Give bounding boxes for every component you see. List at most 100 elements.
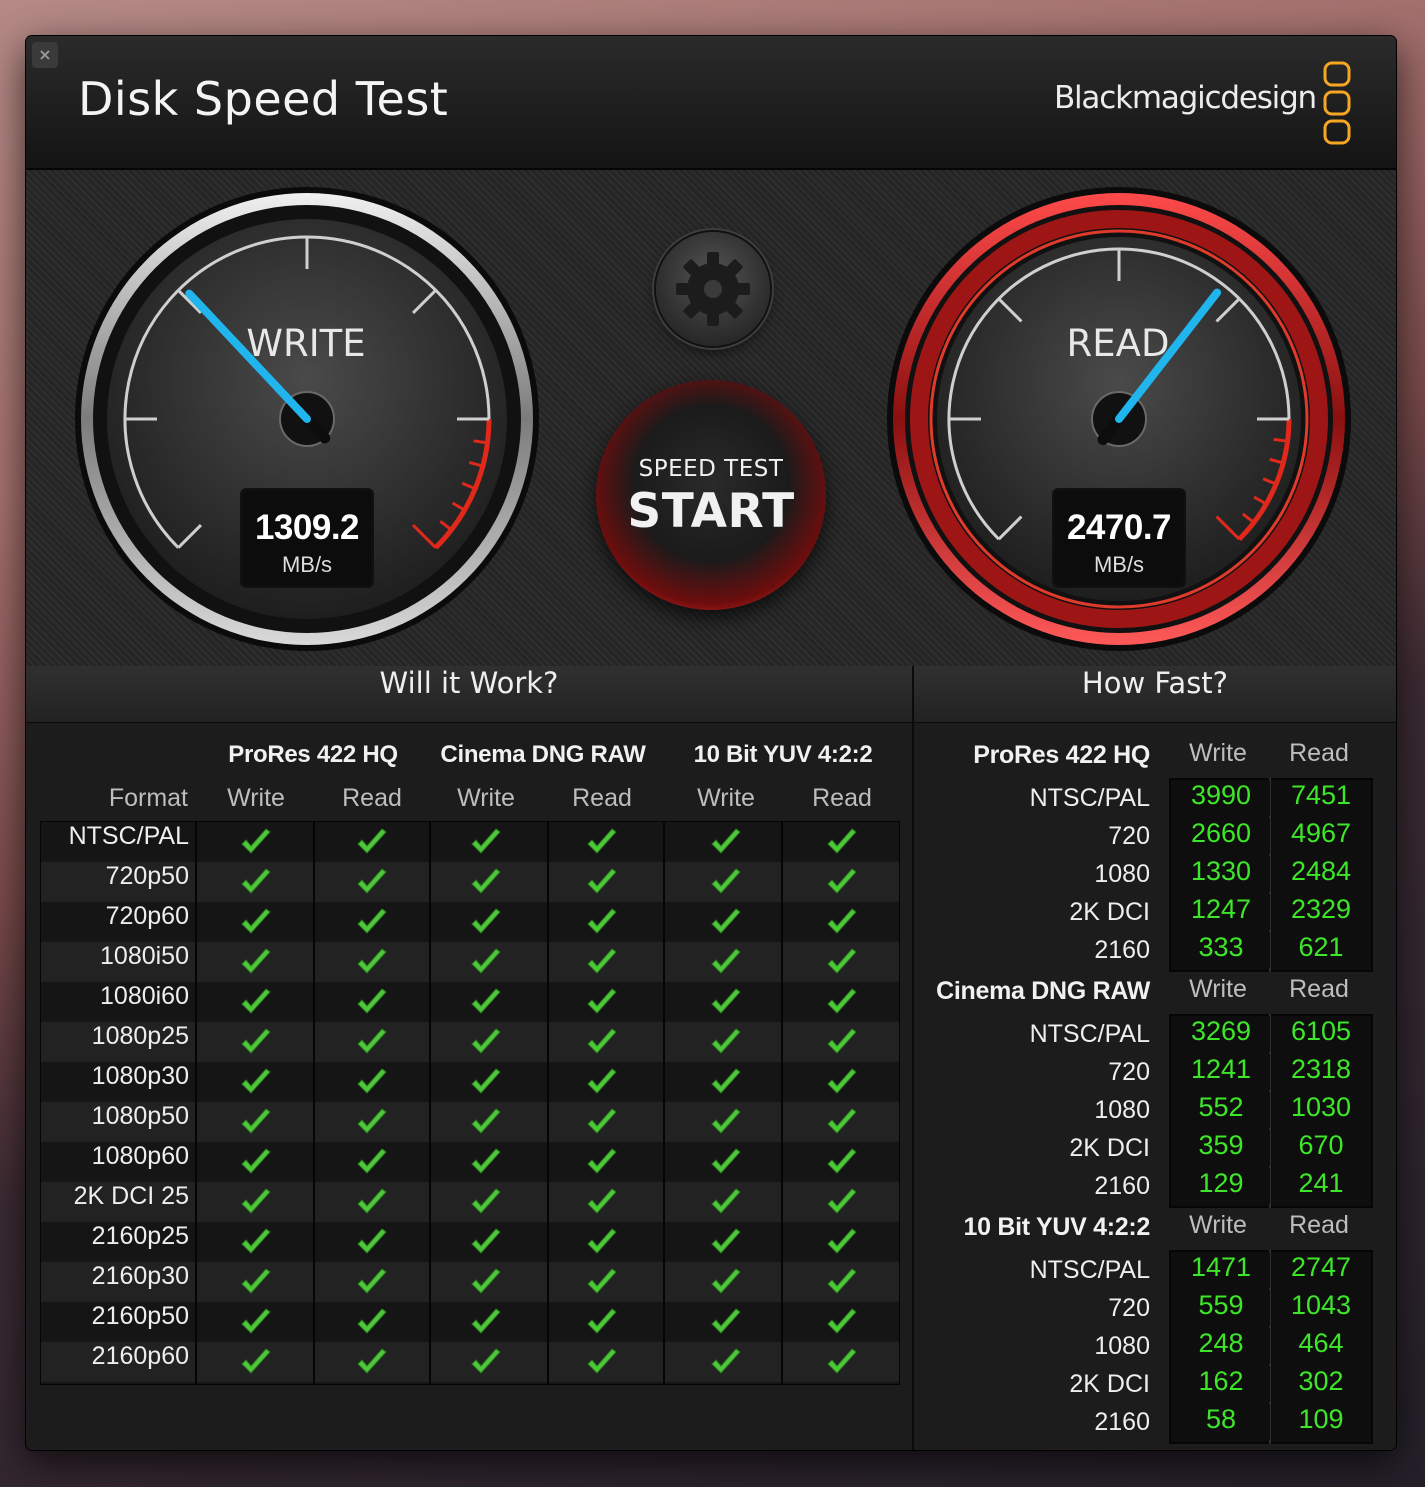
check-icon [471,988,501,1014]
check-icon [711,868,741,894]
read-fps-value: 2747 [1272,1252,1370,1288]
check-icon [241,828,271,854]
gear-icon [676,252,750,326]
check-icon [357,948,387,974]
grid-column-divider [195,822,197,1384]
how-fast-header: How Fast? [914,666,1396,723]
write-fps-value: 58 [1172,1404,1270,1440]
check-icon [711,1308,741,1334]
format-label: NTSC/PAL [68,822,189,850]
check-icon [241,948,271,974]
start-button[interactable]: SPEED TEST START [596,380,826,610]
sub-header-read: Read [812,784,872,812]
write-fps-value: 559 [1172,1290,1270,1326]
check-icon [471,948,501,974]
how-fast-row-label: 2K DCI [1069,898,1150,926]
check-icon [471,1148,501,1174]
read-fps-value: 302 [1272,1366,1370,1402]
format-label: 720p60 [105,902,189,930]
check-icon [357,868,387,894]
check-icon [471,1108,501,1134]
write-fps-value: 129 [1172,1168,1270,1204]
how-fast-row-label: 2K DCI [1069,1134,1150,1162]
check-icon [711,1028,741,1054]
check-icon [357,1268,387,1294]
how-fast-section-title: Cinema DNG RAW [936,977,1150,1005]
read-fps-value: 4967 [1272,818,1370,854]
check-icon [587,948,617,974]
format-row: 720p50 [41,862,899,902]
read-fps-value: 2329 [1272,894,1370,930]
check-icon [357,1028,387,1054]
check-icon [587,1188,617,1214]
check-icon [241,1268,271,1294]
check-icon [711,1348,741,1374]
write-speed-value: 1309.2 [254,508,360,547]
check-icon [357,1228,387,1254]
write-fps-value: 162 [1172,1366,1270,1402]
check-icon [827,1228,857,1254]
check-icon [827,988,857,1014]
check-icon [827,1148,857,1174]
check-icon [357,1068,387,1094]
will-it-work-header: Will it Work? [26,666,912,723]
grid-column-divider [429,822,431,1384]
check-icon [241,1348,271,1374]
how-fast-row-label: NTSC/PAL [1029,1020,1150,1048]
read-fps-value: 621 [1272,932,1370,968]
check-icon [357,1108,387,1134]
write-fps-value: 3990 [1172,780,1270,816]
check-icon [471,908,501,934]
format-row: 1080p25 [41,1022,899,1062]
format-label: 2160p30 [91,1262,189,1290]
app-window: × Disk Speed Test Blackmagicdesign WRITE… [26,36,1396,1450]
write-fps-value: 359 [1172,1130,1270,1166]
format-label: 2K DCI 25 [73,1182,189,1210]
check-icon [711,988,741,1014]
format-row: 2160p50 [41,1302,899,1342]
check-icon [587,868,617,894]
check-icon [587,1308,617,1334]
how-fast-column-header: Read [1289,1211,1349,1239]
check-icon [471,1308,501,1334]
format-row: 720p60 [41,902,899,942]
format-row: 1080i60 [41,982,899,1022]
write-readout: 1309.2 MB/s [240,488,374,588]
check-icon [827,1268,857,1294]
check-icon [587,1108,617,1134]
gauge-panel: WRITE 1309.2 MB/s SPEED TEST START READ … [26,170,1396,666]
write-fps-value: 3269 [1172,1016,1270,1052]
write-fps-value: 1241 [1172,1054,1270,1090]
grid-column-divider [781,822,783,1384]
format-row: 1080i50 [41,942,899,982]
read-gauge-label: READ [1066,322,1170,365]
check-icon [241,1028,271,1054]
format-row: 2K DCI 25 [41,1182,899,1222]
check-icon [587,1348,617,1374]
check-icon [587,828,617,854]
check-icon [471,1228,501,1254]
how-fast-section-title: ProRes 422 HQ [973,741,1150,769]
read-fps-value: 1043 [1272,1290,1370,1326]
how-fast-row-label: 1080 [1094,1332,1150,1360]
sub-header-write: Write [457,784,515,812]
check-icon [587,1268,617,1294]
gauge-minor-tick [1273,437,1288,443]
how-fast-row-label: 720 [1108,1294,1150,1322]
check-icon [711,1188,741,1214]
read-speed-value: 2470.7 [1066,508,1172,547]
check-icon [471,1188,501,1214]
write-fps-value: 1247 [1172,894,1270,930]
settings-button[interactable] [656,232,770,346]
check-icon [241,1308,271,1334]
how-fast-column-header: Read [1289,739,1349,767]
write-fps-value: 248 [1172,1328,1270,1364]
write-fps-value: 2660 [1172,818,1270,854]
format-label: 720p50 [105,862,189,890]
close-button[interactable]: × [32,42,58,68]
format-row: 1080p50 [41,1102,899,1142]
format-row: NTSC/PAL [41,822,899,862]
how-fast-row-label: 1080 [1094,860,1150,888]
check-icon [827,1108,857,1134]
how-fast-column-header: Write [1189,1211,1247,1239]
